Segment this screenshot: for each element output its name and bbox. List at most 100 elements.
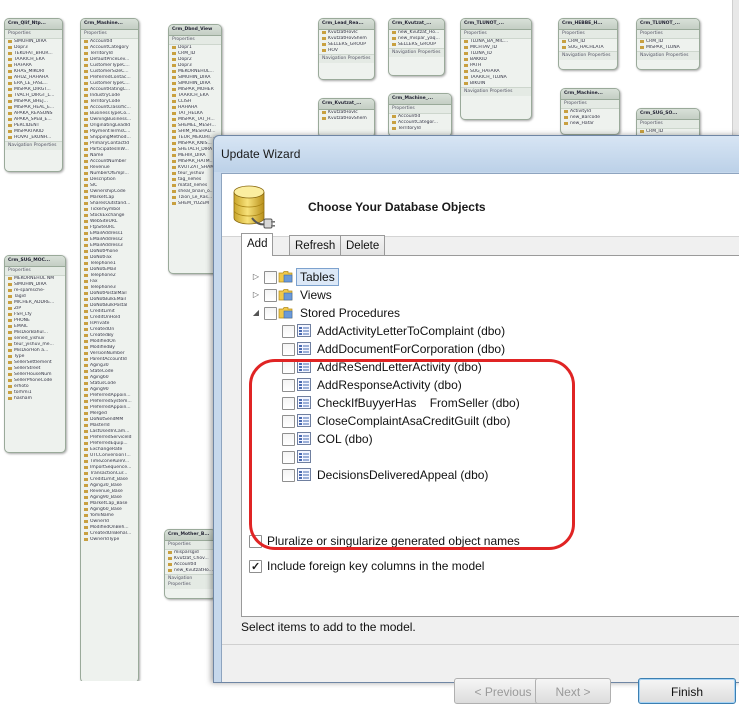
expand-arrow-icon[interactable]: ▷ [252,273,260,281]
procedure-checkbox[interactable] [282,343,295,356]
dialog-client-area: Choose Your Database Objects Add Refresh… [221,173,739,704]
entity-title: Crm_Machine... [561,89,619,100]
next-button[interactable]: Next > [535,678,611,704]
tables-label: Tables [296,268,339,286]
pluralize-checkbox[interactable] [249,535,262,548]
procedure-label: CloseComplaintAsaCreditGuilt (dbo) [317,414,511,428]
entity-property: new_Hafar [561,121,619,127]
stored-procedure-icon [297,360,311,373]
tab-delete[interactable]: Delete [340,235,386,256]
footer-divider [222,644,739,645]
stored-procedure-icon [297,450,311,463]
entity-title: Crm_SUG_SO... [637,109,699,120]
entity-title: Crm_Mashine... [81,19,138,30]
tab-add[interactable]: Add [241,233,274,256]
entity-box[interactable]: Crm_Machine_... Properties AccountId Accoun… [388,93,452,137]
entity-title: Crm_Dbnd_View [169,25,221,36]
stored-procedure-icon [297,468,311,481]
entity-box[interactable]: Crm_HEBBE_H... Properties CRM_ID SUG_HACHLA… [558,18,618,70]
entity-title: Crm_TLUNOT_... [461,19,531,30]
stored-procedures-checkbox[interactable] [264,307,277,320]
procedure-checkbox[interactable] [282,325,295,338]
entity-box[interactable]: Crm_Kvutzat_... new_Kvutzat_Ho... new_misp… [388,18,445,76]
entity-property: KvutzatHovShem [319,116,374,122]
entity-section-label: Properties [461,30,531,39]
entity-property: HOVAT_EKUNH... [5,135,62,141]
procedure-label: COL (dbo) [317,432,373,446]
entity-navigation-label: Navigation Properties [461,87,531,96]
stored-procedure-icon [297,396,311,409]
entity-section-label: Properties [389,105,451,114]
entity-property: OwnerIdType [81,537,138,543]
entity-property: new_KvutzatHo... [165,568,215,574]
procedure-label: AddDocumentForCorporation (dbo) [317,342,506,356]
entity-section-label: Properties [561,100,619,109]
entity-box[interactable]: Crm_Mother_B... Properties misparsgid Kvutz… [164,529,216,599]
stored-procedure-icon [297,324,311,337]
entity-section-label: Properties [637,30,699,39]
procedure-label: AddResponseActivity (dbo) [317,378,462,392]
entity-property: SUG_HACHLATA [559,45,617,51]
entity-navigation-label: Navigation Properties [165,574,215,589]
foreign-key-checkbox[interactable]: ✓ [249,560,262,573]
entity-property: BIKUIN [461,81,531,87]
update-wizard-dialog: Update Wizard Choose Your Database Objec… [213,135,739,704]
expand-arrow-icon[interactable]: ▷ [252,291,260,299]
entity-property: HOV [319,48,374,54]
entity-section-label: Properties [81,30,138,39]
stored-procedure-icon [297,414,311,427]
entity-property: MISPAR_TLUNA [637,45,699,51]
entity-box[interactable]: Crm_Lead_Rea... KvutzatHovIc KvutzatHovShe… [318,18,375,80]
status-text: Select items to add to the model. [241,620,416,634]
entity-box[interactable]: Crm_TLUNOT_... Properties CRM_ID MISPAR_TLU… [636,18,700,70]
dialog-title: Update Wizard [221,147,301,161]
entity-property: Territoryld [389,126,451,132]
entity-box[interactable]: Crm_Machine... Properties Activityld new_Ba… [560,88,620,135]
entity-section-label: Properties [165,541,215,550]
procedure-label: AddActivityLetterToComplaint (dbo) [317,324,506,338]
procedure-checkbox[interactable] [282,415,295,428]
tables-checkbox[interactable] [264,271,277,284]
views-checkbox[interactable] [264,289,277,302]
procedure-checkbox[interactable] [282,397,295,410]
stored-procedure-icon [297,378,311,391]
tab-panel-add: ▷ Tables ▷ Views ◢ Stored Procedures Add… [241,255,739,617]
procedure-checkbox[interactable] [282,361,295,374]
procedure-checkbox[interactable] [282,469,295,482]
entity-section-label: Properties [5,267,65,276]
entity-title: Crm_HEBBE_H... [559,19,617,30]
collapse-arrow-icon[interactable]: ◢ [252,309,260,317]
stored-procedure-icon [297,432,311,445]
header-title: Choose Your Database Objects [308,200,486,214]
database-connect-icon [233,185,275,229]
entity-box[interactable]: Crm_TLUNOT_... Properties TLUNA_BA_MIC... M… [460,18,532,120]
tab-refresh[interactable]: Refresh [289,235,342,256]
entity-box[interactable]: Crm_Kvutzat_... KvutzatHovIc KvutzatHovShe… [318,98,375,138]
dialog-titlebar[interactable]: Update Wizard [214,136,739,172]
procedure-label: DecisionsDeliveredAppeal (dbo) [317,468,489,482]
entity-box[interactable]: Crm_Qlif_Ntp... Properties SIMUHIN_DIRA Dop… [4,18,63,172]
wizard-header: Choose Your Database Objects [222,174,739,237]
finish-button[interactable]: Finish [638,678,736,704]
entity-box[interactable]: Crm_Mashine... Properties AccountId Account… [80,18,139,681]
folder-icon [278,289,293,301]
entity-title: Crm_Kvutzat_... [319,99,374,110]
entity-title: Crm_TLUNOT_... [637,19,699,30]
entity-box[interactable]: Crm_SUG_MOC... Properties MEKORNEHUL NM SIM… [4,255,66,453]
entity-title: Crm_Qlif_Ntp... [5,19,62,30]
entity-section-label: Properties [559,30,617,39]
folder-icon [278,307,293,319]
procedure-checkbox[interactable] [282,433,295,446]
procedure-checkbox[interactable] [282,451,295,464]
procedure-checkbox[interactable] [282,379,295,392]
entity-property: hasham [5,396,65,402]
folder-icon [278,271,293,283]
entity-title: Crm_Machine_... [389,94,451,105]
entity-navigation-label: Navigation Properties [559,51,617,60]
entity-navigation-label: Navigation Properties [389,48,444,57]
stored-procedure-icon [297,342,311,355]
entity-navigation-label: Navigation Properties [319,54,374,63]
entity-title: Crm_Kvutzat_... [389,19,444,30]
entity-title: Crm_SUG_MOC... [5,256,65,267]
views-label: Views [300,288,332,302]
